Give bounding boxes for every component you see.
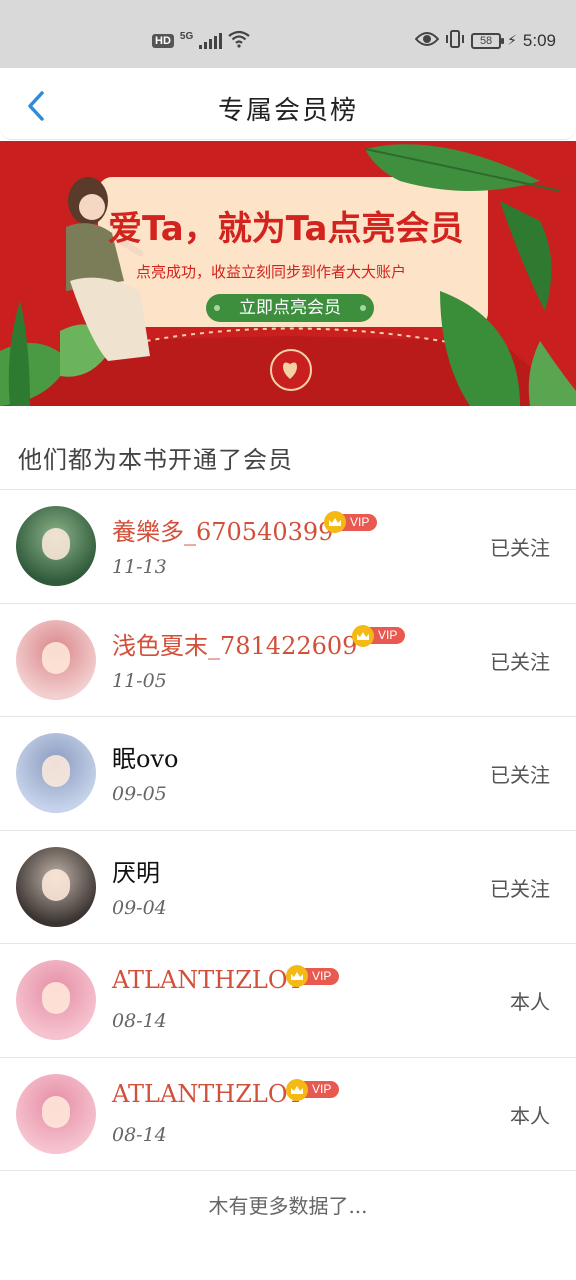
status-right: 58 ⚡ 5:09 <box>414 30 556 52</box>
avatar[interactable] <box>16 619 96 700</box>
member-date: 09-04 <box>112 896 167 919</box>
charging-icon: ⚡ <box>507 33 517 49</box>
member-list: 養樂多_670540399 VIP 11-13 已关注 浅色夏末_781422609 VI… <box>0 490 576 1171</box>
status-bar: HD 5G 58 ⚡ 5:09 <box>0 0 576 68</box>
followed-button[interactable]: 已关注 <box>490 873 550 902</box>
avatar[interactable] <box>16 1073 96 1154</box>
list-item[interactable]: ATLANTHZLOT VIP 08-14 本人 <box>0 1058 576 1171</box>
list-item[interactable]: ATLANTHZLOT VIP 08-14 本人 <box>0 944 576 1058</box>
status-left: HD 5G <box>152 30 250 52</box>
member-date: 08-14 <box>112 1123 167 1146</box>
promo-banner[interactable]: 爱Ta，就为Ta点亮会员 点亮成功，收益立刻同步到作者大大账户 立即点亮会员 <box>0 141 576 406</box>
list-item[interactable]: 眠ovo 09-05 已关注 <box>0 717 576 831</box>
self-label: 本人 <box>510 990 550 1014</box>
vip-badge: VIP <box>352 624 406 647</box>
list-item[interactable]: 厌明 09-04 已关注 <box>0 831 576 944</box>
avatar[interactable] <box>16 506 96 586</box>
signal-icon <box>199 33 223 49</box>
vip-badge: VIP <box>286 1078 340 1101</box>
eye-icon <box>414 31 440 51</box>
crown-icon <box>324 511 346 533</box>
no-more-data-text: 木有更多数据了... <box>208 1194 368 1218</box>
vip-badge: VIP <box>324 511 378 533</box>
followed-button[interactable]: 已关注 <box>490 646 550 675</box>
list-item[interactable]: 養樂多_670540399 VIP 11-13 已关注 <box>0 490 576 604</box>
member-name[interactable]: 浅色夏末_781422609 <box>112 626 357 661</box>
wifi-icon <box>228 30 250 52</box>
self-label: 本人 <box>510 1103 550 1128</box>
member-date: 09-05 <box>112 783 167 805</box>
member-date: 11-13 <box>112 556 167 578</box>
avatar[interactable] <box>16 960 96 1040</box>
crown-icon <box>286 1078 308 1101</box>
vibrate-icon <box>445 30 465 52</box>
banner-title: 爱Ta，就为Ta点亮会员 <box>108 209 464 249</box>
light-up-membership-button[interactable]: 立即点亮会员 <box>206 294 374 322</box>
avatar[interactable] <box>16 846 96 927</box>
crown-icon <box>286 965 308 987</box>
vip-badge: VIP <box>286 965 340 987</box>
battery-icon: 58 <box>471 33 505 49</box>
crown-icon <box>352 624 374 647</box>
followed-button[interactable]: 已关注 <box>490 759 550 788</box>
member-name[interactable]: 眠ovo <box>112 739 178 774</box>
member-name[interactable]: 養樂多_670540399 <box>112 512 333 547</box>
followed-button[interactable]: 已关注 <box>490 532 550 561</box>
section-title: 他们都为本书开通了会员 <box>18 446 293 474</box>
member-name[interactable]: ATLANTHZLOT <box>112 966 304 994</box>
member-name[interactable]: ATLANTHZLOT <box>112 1080 304 1108</box>
banner-subtitle: 点亮成功，收益立刻同步到作者大大账户 <box>136 263 407 281</box>
page-title: 专属会员榜 <box>217 96 358 126</box>
clock: 5:09 <box>522 31 556 50</box>
member-name[interactable]: 厌明 <box>112 853 160 888</box>
nav-header: 专属会员榜 <box>0 68 576 140</box>
avatar[interactable] <box>16 733 96 813</box>
network-type: 5G <box>179 30 194 42</box>
member-date: 11-05 <box>112 669 167 692</box>
member-date: 08-14 <box>112 1010 167 1032</box>
hd-icon: HD <box>152 34 174 48</box>
list-item[interactable]: 浅色夏末_781422609 VIP 11-05 已关注 <box>0 604 576 717</box>
